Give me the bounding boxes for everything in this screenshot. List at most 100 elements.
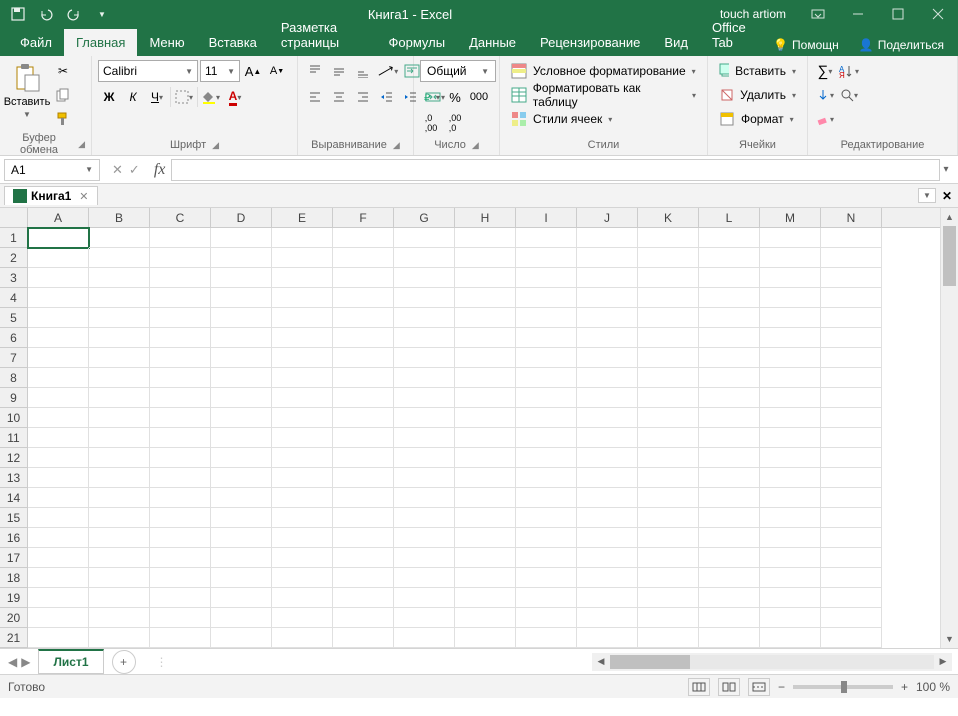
zoom-in-button[interactable]: + xyxy=(901,680,908,694)
cell[interactable] xyxy=(821,448,882,468)
cell[interactable] xyxy=(272,528,333,548)
cell[interactable] xyxy=(516,408,577,428)
cell[interactable] xyxy=(211,548,272,568)
cell[interactable] xyxy=(760,608,821,628)
cell[interactable] xyxy=(455,528,516,548)
cell[interactable] xyxy=(638,308,699,328)
dialog-launcher-icon[interactable]: ◢ xyxy=(472,140,479,151)
cell[interactable] xyxy=(699,388,760,408)
tab-review[interactable]: Рецензирование xyxy=(528,29,652,56)
cell[interactable] xyxy=(638,268,699,288)
cell[interactable] xyxy=(150,588,211,608)
cell[interactable] xyxy=(394,528,455,548)
align-right-button[interactable] xyxy=(352,86,374,108)
cell[interactable] xyxy=(394,388,455,408)
row-header[interactable]: 15 xyxy=(0,508,27,528)
cell[interactable] xyxy=(394,348,455,368)
page-layout-view-button[interactable] xyxy=(718,678,740,696)
cell[interactable] xyxy=(150,368,211,388)
cell[interactable] xyxy=(516,248,577,268)
cell[interactable] xyxy=(394,248,455,268)
cell[interactable] xyxy=(333,508,394,528)
cell[interactable] xyxy=(699,368,760,388)
cell[interactable] xyxy=(821,468,882,488)
cell[interactable] xyxy=(821,388,882,408)
row-header[interactable]: 17 xyxy=(0,548,27,568)
cell[interactable] xyxy=(455,328,516,348)
qat-customize-icon[interactable]: ▼ xyxy=(92,4,112,24)
cell[interactable] xyxy=(699,428,760,448)
cell[interactable] xyxy=(211,408,272,428)
column-header[interactable]: D xyxy=(211,208,272,227)
format-painter-button[interactable] xyxy=(52,108,74,130)
cell[interactable] xyxy=(821,568,882,588)
number-format-select[interactable]: Общий▼ xyxy=(420,60,496,82)
cell[interactable] xyxy=(699,628,760,648)
cell[interactable] xyxy=(333,528,394,548)
cell[interactable] xyxy=(211,388,272,408)
cell[interactable] xyxy=(577,568,638,588)
cell[interactable] xyxy=(638,568,699,588)
cell[interactable] xyxy=(699,528,760,548)
cell[interactable] xyxy=(821,288,882,308)
cell[interactable] xyxy=(394,588,455,608)
cell[interactable] xyxy=(638,608,699,628)
cell[interactable] xyxy=(28,308,89,328)
cell[interactable] xyxy=(394,428,455,448)
cell[interactable] xyxy=(760,348,821,368)
redo-button[interactable] xyxy=(64,4,84,24)
cell[interactable] xyxy=(455,388,516,408)
cell[interactable] xyxy=(516,268,577,288)
cell[interactable] xyxy=(516,368,577,388)
row-header[interactable]: 21 xyxy=(0,628,27,648)
cell[interactable] xyxy=(211,268,272,288)
cell[interactable] xyxy=(28,448,89,468)
decrease-decimal-button[interactable]: ,00,0 xyxy=(444,112,466,134)
clear-button[interactable]: ▾ xyxy=(814,108,836,130)
cell[interactable] xyxy=(455,448,516,468)
save-button[interactable] xyxy=(8,4,28,24)
cell[interactable] xyxy=(699,288,760,308)
cell[interactable] xyxy=(150,288,211,308)
cell[interactable] xyxy=(211,608,272,628)
cell[interactable] xyxy=(760,468,821,488)
cell[interactable] xyxy=(516,448,577,468)
undo-button[interactable] xyxy=(36,4,56,24)
cell[interactable] xyxy=(89,608,150,628)
column-header[interactable]: A xyxy=(28,208,89,227)
cell[interactable] xyxy=(89,368,150,388)
cell[interactable] xyxy=(89,308,150,328)
cell[interactable] xyxy=(89,228,150,248)
cell[interactable] xyxy=(577,228,638,248)
cell[interactable] xyxy=(89,568,150,588)
dialog-launcher-icon[interactable]: ◢ xyxy=(78,139,85,150)
cell[interactable] xyxy=(760,568,821,588)
cell[interactable] xyxy=(211,328,272,348)
cell[interactable] xyxy=(699,348,760,368)
scrollbar-thumb[interactable] xyxy=(610,655,690,669)
cell[interactable] xyxy=(28,468,89,488)
cell[interactable] xyxy=(821,308,882,328)
scroll-down-icon[interactable]: ▼ xyxy=(941,630,958,648)
cell[interactable] xyxy=(211,308,272,328)
cell[interactable] xyxy=(89,408,150,428)
row-header[interactable]: 20 xyxy=(0,608,27,628)
cell[interactable] xyxy=(28,568,89,588)
cell[interactable] xyxy=(272,608,333,628)
cell[interactable] xyxy=(455,568,516,588)
cell[interactable] xyxy=(699,568,760,588)
cell[interactable] xyxy=(394,268,455,288)
cell[interactable] xyxy=(89,628,150,648)
cell[interactable] xyxy=(638,408,699,428)
cell[interactable] xyxy=(28,268,89,288)
fill-color-button[interactable]: ▾ xyxy=(200,86,222,108)
cell[interactable] xyxy=(89,428,150,448)
cell[interactable] xyxy=(699,588,760,608)
cell[interactable] xyxy=(577,468,638,488)
tab-insert[interactable]: Вставка xyxy=(197,29,269,56)
cell[interactable] xyxy=(272,508,333,528)
sheet-tab[interactable]: Лист1 xyxy=(38,649,103,674)
cell[interactable] xyxy=(821,228,882,248)
row-header[interactable]: 11 xyxy=(0,428,27,448)
cell[interactable] xyxy=(455,508,516,528)
